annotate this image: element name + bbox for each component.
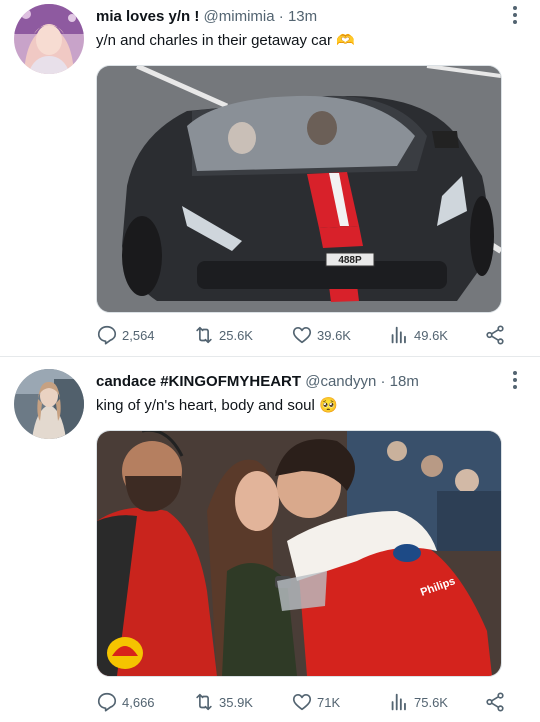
reply-button[interactable]: 2,564 <box>96 324 155 346</box>
like-count: 71K <box>317 694 341 710</box>
reply-count: 2,564 <box>122 327 155 343</box>
separator: · <box>278 8 284 25</box>
reply-icon <box>97 692 117 712</box>
like-icon <box>292 327 312 344</box>
tweet-text: y/n and charles in their getaway car 🫶 <box>96 32 355 49</box>
avatar[interactable] <box>14 369 84 439</box>
like-button[interactable]: 71K <box>291 691 340 713</box>
retweet-icon <box>196 693 212 711</box>
share-button[interactable] <box>484 324 506 346</box>
avatar[interactable] <box>14 4 84 74</box>
tweet-header: mia loves y/n ! @mimimia · 13m <box>96 7 504 27</box>
action-bar: 4,666 35.9K 71K 75.6K <box>96 691 516 713</box>
retweet-icon <box>196 326 212 344</box>
tweet-header: candace #KINGOFMYHEART @candyyn · 18m <box>96 372 504 392</box>
retweet-count: 25.6K <box>219 327 253 343</box>
more-options-icon[interactable] <box>512 371 518 391</box>
timestamp[interactable]: 13m <box>288 8 317 25</box>
views-count: 49.6K <box>414 327 448 343</box>
tweet-image[interactable]: Philips <box>96 430 502 677</box>
handle[interactable]: @mimimia <box>204 8 275 25</box>
like-count: 39.6K <box>317 327 351 343</box>
tweet-text: king of y/n's heart, body and soul 🥺 <box>96 397 338 414</box>
display-name[interactable]: candace #KINGOFMYHEART <box>96 373 301 390</box>
tweet[interactable]: mia loves y/n ! @mimimia · 13m y/n and c… <box>0 0 540 356</box>
views-button[interactable]: 49.6K <box>388 324 448 346</box>
reply-icon <box>97 325 117 345</box>
handle[interactable]: @candyyn <box>305 373 376 390</box>
retweet-button[interactable]: 25.6K <box>193 324 253 346</box>
views-icon <box>391 326 406 344</box>
timestamp[interactable]: 18m <box>390 373 419 390</box>
tweet-image[interactable]: 488P <box>96 65 502 313</box>
reply-count: 4,666 <box>122 694 155 710</box>
share-button[interactable] <box>484 691 506 713</box>
views-button[interactable]: 75.6K <box>388 691 448 713</box>
display-name[interactable]: mia loves y/n ! <box>96 8 199 25</box>
reply-button[interactable]: 4,666 <box>96 691 155 713</box>
separator: · <box>380 373 386 390</box>
share-icon <box>486 692 504 712</box>
retweet-count: 35.9K <box>219 694 253 710</box>
action-bar: 2,564 25.6K 39.6K 49.6K <box>96 324 516 346</box>
share-icon <box>486 325 504 345</box>
license-plate: 488P <box>338 255 362 266</box>
like-icon <box>292 694 312 711</box>
tweet[interactable]: candace #KINGOFMYHEART @candyyn · 18m ki… <box>0 357 540 722</box>
views-icon <box>391 693 406 711</box>
like-button[interactable]: 39.6K <box>291 324 351 346</box>
views-count: 75.6K <box>414 694 448 710</box>
more-options-icon[interactable] <box>512 6 518 26</box>
retweet-button[interactable]: 35.9K <box>193 691 253 713</box>
